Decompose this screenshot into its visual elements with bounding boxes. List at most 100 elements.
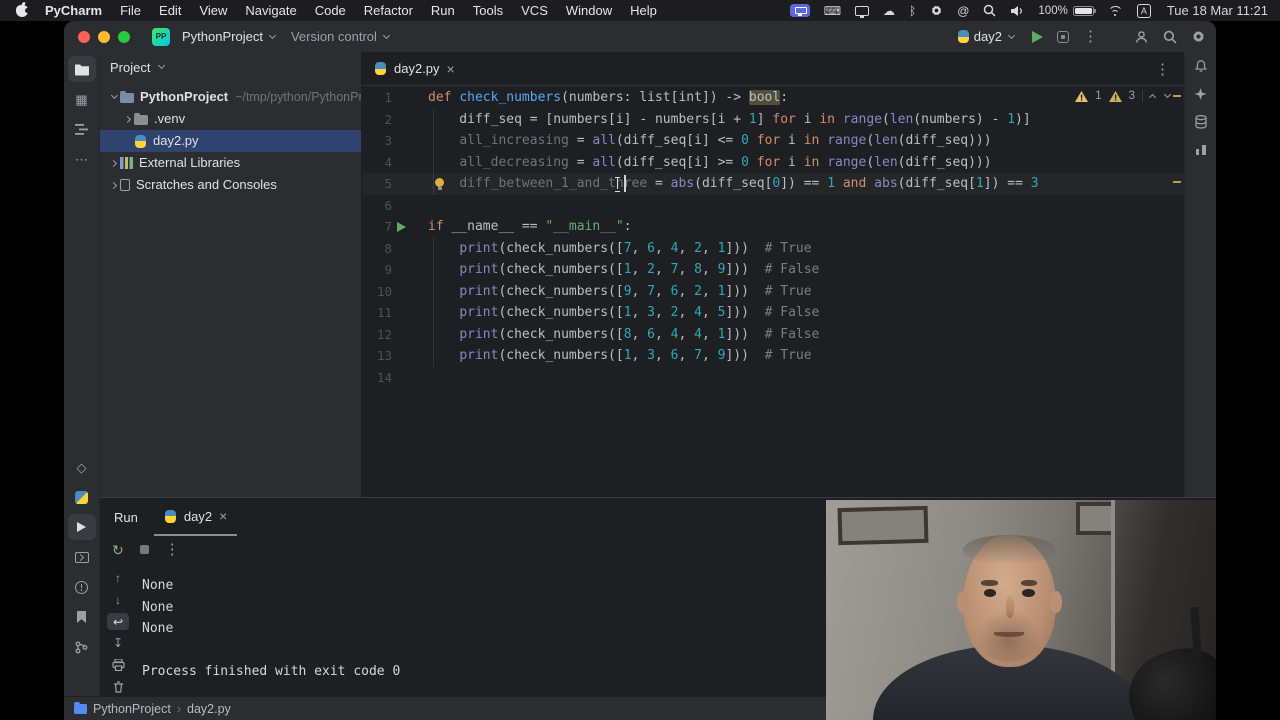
display-icon[interactable]: [855, 5, 870, 18]
code-line-3[interactable]: 3 all_increasing = all(diff_seq[i] <= 0 …: [362, 130, 1184, 152]
soft-wrap-icon[interactable]: ↩: [107, 612, 129, 631]
battery-indicator[interactable]: 100%: [1038, 5, 1096, 17]
line-number[interactable]: 5: [362, 173, 392, 195]
line-number[interactable]: 12: [362, 324, 392, 346]
run-options-kebab-icon[interactable]: ⋮: [165, 542, 180, 557]
close-window-button[interactable]: [78, 30, 90, 43]
menu-item-view[interactable]: View: [190, 3, 236, 18]
settings-gear-icon[interactable]: [1191, 29, 1206, 44]
menu-item-run[interactable]: Run: [422, 3, 464, 18]
problems-tool-button[interactable]: [68, 574, 96, 600]
project-avatar[interactable]: PP: [152, 27, 170, 46]
line-number[interactable]: 6: [362, 195, 392, 217]
scroll-up-icon[interactable]: ↑: [107, 569, 129, 587]
apple-menu-icon[interactable]: [16, 4, 30, 17]
run-tab-day2[interactable]: day2 ×: [153, 498, 238, 536]
search-icon[interactable]: [983, 4, 996, 17]
database-icon[interactable]: [1194, 115, 1207, 129]
cloud-icon[interactable]: ☁: [883, 5, 895, 17]
tab-options-icon[interactable]: ⋮: [1155, 60, 1170, 78]
line-number[interactable]: 9: [362, 259, 392, 281]
menu-app-name[interactable]: PyCharm: [36, 3, 111, 18]
code-line-12[interactable]: 12 print(check_numbers([8, 6, 4, 4, 1]))…: [362, 324, 1184, 346]
previous-problem-icon[interactable]: [1148, 93, 1157, 101]
screen-recording-indicator-icon[interactable]: [789, 4, 810, 17]
run-tool-button[interactable]: [67, 514, 96, 540]
ai-assistant-icon[interactable]: [1194, 88, 1207, 100]
search-everywhere-icon[interactable]: [1163, 30, 1177, 44]
menu-item-file[interactable]: File: [111, 3, 150, 18]
control-center-icon[interactable]: @: [957, 5, 969, 17]
line-number[interactable]: 11: [362, 302, 392, 324]
breadcrumb-project[interactable]: PythonProject: [93, 702, 171, 716]
bluetooth-icon[interactable]: ᛒ: [909, 5, 916, 17]
breadcrumb-file[interactable]: day2.py: [187, 702, 231, 716]
line-number[interactable]: 13: [362, 345, 392, 367]
close-tab-icon[interactable]: ×: [219, 509, 227, 523]
menu-item-tools[interactable]: Tools: [464, 3, 512, 18]
code-line-8[interactable]: 8 print(check_numbers([7, 6, 4, 2, 1])) …: [362, 238, 1184, 260]
vcs-widget[interactable]: Version control: [287, 29, 393, 44]
more-actions-icon[interactable]: ⋮: [1083, 29, 1098, 44]
menu-item-edit[interactable]: Edit: [150, 3, 190, 18]
line-number[interactable]: 7: [362, 216, 392, 238]
clear-all-icon[interactable]: [107, 678, 129, 696]
tree-item-external-libraries[interactable]: External Libraries: [100, 152, 361, 174]
tree-chevron[interactable]: [120, 115, 134, 123]
code-line-6[interactable]: 6: [362, 195, 1184, 217]
run-configuration-selector[interactable]: day2: [953, 29, 1018, 44]
print-icon[interactable]: [107, 656, 129, 674]
run-line-icon[interactable]: [397, 221, 406, 232]
code-line-4[interactable]: 4 all_decreasing = all(diff_seq[i] >= 0 …: [362, 152, 1184, 174]
tree-item-scratches-and-consoles[interactable]: Scratches and Consoles: [100, 174, 361, 196]
project-tool-button[interactable]: [67, 56, 96, 82]
volume-icon[interactable]: [1010, 5, 1024, 17]
terminal-tool-button[interactable]: [68, 544, 96, 570]
scrollbar-warning-mark[interactable]: [1173, 181, 1181, 183]
rerun-icon[interactable]: ↻: [112, 543, 124, 557]
project-panel-header[interactable]: Project: [100, 52, 361, 82]
services-tool-button[interactable]: ◇: [68, 454, 96, 480]
menu-bar-clock[interactable]: Tue 18 Mar 11:21: [1167, 3, 1268, 18]
project-widget[interactable]: PythonProject: [178, 29, 279, 44]
tree-chevron[interactable]: [106, 181, 120, 189]
code-editor[interactable]: 1 def check_numbers(numbers: list[int]) -…: [362, 86, 1184, 497]
line-number[interactable]: 1: [362, 87, 392, 109]
line-number[interactable]: 3: [362, 130, 392, 152]
bookmarks-tool-button[interactable]: [68, 604, 96, 630]
intention-bulb-icon[interactable]: [435, 178, 444, 190]
code-line-13[interactable]: 13 print(check_numbers([1, 3, 6, 7, 9]))…: [362, 345, 1184, 367]
scroll-down-icon[interactable]: ↓: [107, 591, 129, 609]
gear-icon[interactable]: [930, 4, 943, 17]
close-tab-icon[interactable]: ×: [447, 62, 455, 76]
zoom-window-button[interactable]: [118, 30, 130, 43]
editor-tab-day2[interactable]: day2.py ×: [362, 52, 467, 85]
scroll-to-end-icon[interactable]: ↧: [107, 634, 129, 652]
run-panel-title[interactable]: Run: [108, 498, 144, 536]
code-line-2[interactable]: 2 diff_seq = [numbers[i] - numbers[i + 1…: [362, 109, 1184, 131]
line-number[interactable]: 8: [362, 238, 392, 260]
tree-item-day2-py[interactable]: day2.py: [100, 130, 361, 152]
wifi-icon[interactable]: [1107, 5, 1123, 16]
tree-item-pythonproject[interactable]: PythonProject ~/tmp/python/PythonProject: [100, 86, 361, 108]
input-source-icon[interactable]: A: [1136, 3, 1151, 18]
code-line-5[interactable]: 5 diff_between_1_and_three = abs(diff_se…: [362, 173, 1184, 195]
python-packages-tool-button[interactable]: ▦: [68, 86, 96, 112]
python-console-tool-button[interactable]: [68, 484, 96, 510]
code-with-me-icon[interactable]: [1134, 30, 1149, 44]
menu-item-help[interactable]: Help: [621, 3, 666, 18]
structure-tool-button[interactable]: [68, 116, 96, 142]
code-line-14[interactable]: 14: [362, 367, 1184, 389]
code-line-10[interactable]: 10 print(check_numbers([9, 7, 6, 2, 1]))…: [362, 281, 1184, 303]
menu-item-vcs[interactable]: VCS: [512, 3, 557, 18]
line-number[interactable]: 14: [362, 367, 392, 389]
run-button[interactable]: [1032, 30, 1043, 43]
profiler-icon[interactable]: [1057, 30, 1069, 43]
sciview-plots-icon[interactable]: [1195, 144, 1207, 155]
code-line-9[interactable]: 9 print(check_numbers([1, 2, 7, 8, 9])) …: [362, 259, 1184, 281]
line-number[interactable]: 4: [362, 152, 392, 174]
menu-item-refactor[interactable]: Refactor: [355, 3, 422, 18]
code-line-11[interactable]: 11 print(check_numbers([1, 3, 2, 4, 5]))…: [362, 302, 1184, 324]
next-problem-icon[interactable]: [1163, 90, 1172, 99]
line-number[interactable]: 2: [362, 109, 392, 131]
